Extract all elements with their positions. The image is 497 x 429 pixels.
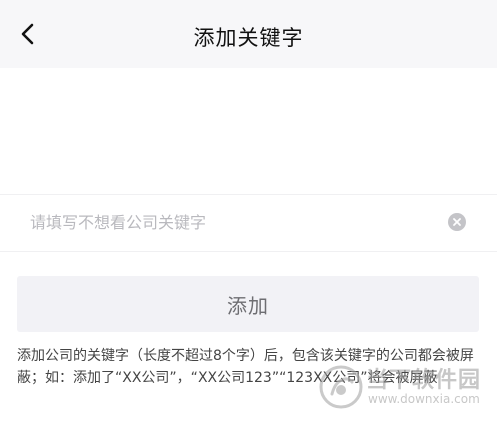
keyword-input-row: [0, 195, 497, 251]
hint-text: 添加公司的关键字（长度不超过8个字）后，包含该关键字的公司都会被屏蔽；如：添加了…: [17, 348, 474, 386]
clear-input-button[interactable]: [448, 213, 466, 231]
keyword-input[interactable]: [30, 207, 430, 237]
content-blank-area: [0, 68, 497, 194]
add-keyword-button[interactable]: 添加: [17, 276, 479, 332]
header-bar: 添加关键字: [0, 0, 497, 68]
page-title: 添加关键字: [193, 26, 304, 50]
clear-circle-icon: [453, 218, 461, 226]
watermark-url: www.downxia.com: [368, 392, 480, 406]
divider: [0, 251, 497, 252]
